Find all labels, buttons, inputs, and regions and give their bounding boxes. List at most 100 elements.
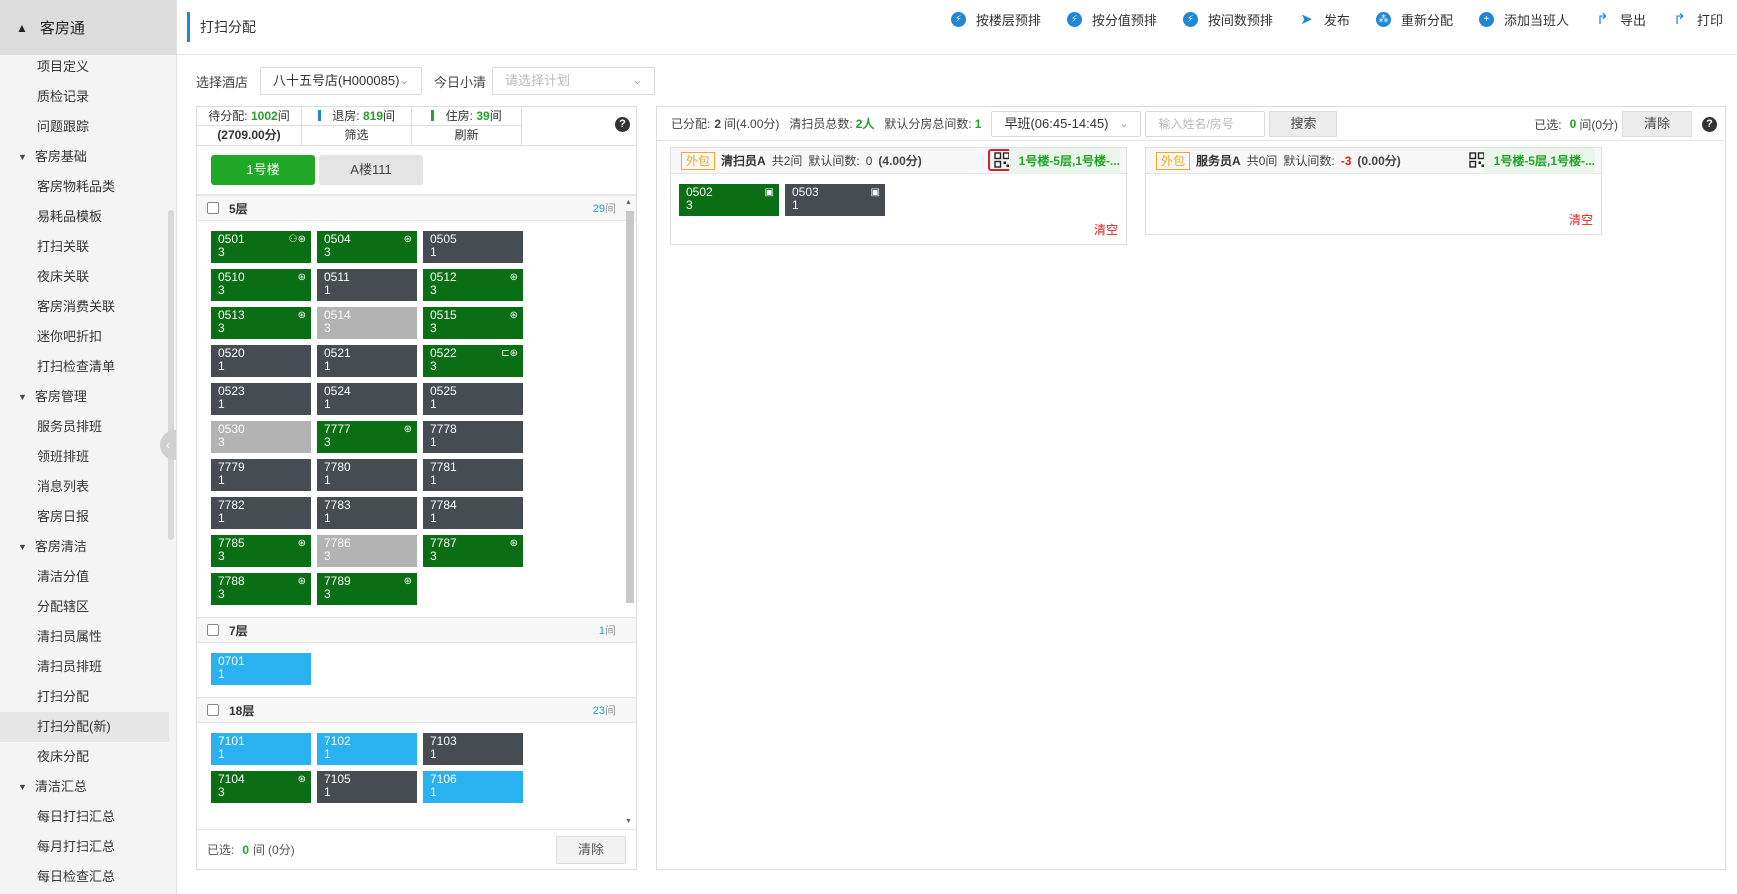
room-tile[interactable]: 7104 3 ⊛ xyxy=(211,771,311,803)
room-tile[interactable]: 7784 1 xyxy=(423,497,523,529)
room-tile[interactable]: 0514 3 xyxy=(317,307,417,339)
room-tile[interactable]: 7787 3 ⊛ xyxy=(423,535,523,567)
room-tile[interactable]: 7781 1 xyxy=(423,459,523,491)
room-tile[interactable]: 7779 1 xyxy=(211,459,311,491)
sidebar-item[interactable]: 清扫员属性 xyxy=(0,622,176,652)
room-tile[interactable]: 7103 1 xyxy=(423,733,523,765)
room-tile[interactable]: 7106 1 xyxy=(423,771,523,803)
sidebar-item[interactable]: 客房物耗品类 xyxy=(0,172,176,202)
room-tile[interactable]: 7101 1 xyxy=(211,733,311,765)
room-tile[interactable]: 0505 1 xyxy=(423,231,523,263)
room-number: 7781 xyxy=(430,460,457,474)
room-tile[interactable]: 0501 3 ⚇⊛ xyxy=(211,231,311,263)
room-tile[interactable]: 0511 1 xyxy=(317,269,417,301)
room-tile[interactable]: 0521 1 xyxy=(317,345,417,377)
building-tab[interactable]: 1号楼 xyxy=(211,155,315,185)
room-tile[interactable]: 0512 3 ⊛ xyxy=(423,269,523,301)
clear-cleaner-link[interactable]: 清空 xyxy=(1569,211,1593,228)
toolbar-button[interactable]: ⚡ 按分值预排 xyxy=(1066,10,1157,29)
help-icon[interactable]: ? xyxy=(1702,116,1717,132)
filter-button[interactable]: 筛选 xyxy=(302,126,412,145)
room-tile[interactable]: 7786 3 xyxy=(317,535,417,567)
sidebar-group[interactable]: ▼ 客房清洁 xyxy=(0,532,176,562)
sidebar-item[interactable]: 打扫分配(新) xyxy=(0,712,169,742)
room-value: 1 xyxy=(218,473,225,487)
refresh-button[interactable]: 刷新 xyxy=(412,126,522,145)
sidebar-item[interactable]: 打扫分配 xyxy=(0,682,176,712)
sidebar-item[interactable]: 分配辖区 xyxy=(0,592,176,622)
sidebar-group[interactable]: ▼ 客房管理 xyxy=(0,382,176,412)
shift-select[interactable]: 早班(06:45-14:45) ⌄ xyxy=(991,110,1142,137)
room-tile[interactable]: 0525 1 xyxy=(423,383,523,415)
room-tile[interactable]: 0701 1 xyxy=(211,653,311,685)
room-tile[interactable]: 0513 3 ⊛ xyxy=(211,307,311,339)
room-tile[interactable]: 7783 1 xyxy=(317,497,417,529)
search-button[interactable]: 搜索 xyxy=(1269,110,1338,137)
sidebar-item[interactable]: 迷你吧折扣 xyxy=(0,322,176,352)
clear-button[interactable]: 清除 xyxy=(1622,111,1692,137)
sidebar-item[interactable]: 领班排班 xyxy=(0,442,176,472)
sidebar-scrollbar[interactable] xyxy=(168,210,174,540)
scroll-down-icon[interactable]: ▼ xyxy=(625,818,632,825)
room-tile[interactable]: 7105 1 xyxy=(317,771,417,803)
room-tile[interactable]: 7785 3 ⊛ xyxy=(211,535,311,567)
room-tile[interactable]: 7778 1 xyxy=(423,421,523,453)
toolbar-button[interactable]: ⚡ 按楼层预排 xyxy=(950,10,1041,29)
sidebar-group[interactable]: ▼ 客房基础 xyxy=(0,142,176,172)
room-tile[interactable]: 0503 1 ▣ xyxy=(785,184,885,216)
toolbar-button[interactable]: + 添加当班人 xyxy=(1478,10,1569,29)
hotel-select[interactable]: 八十五号店(H000085) ⌄ xyxy=(260,67,423,95)
building-tab[interactable]: A楼111 xyxy=(319,155,423,185)
room-tile[interactable]: 7789 3 ⊛ xyxy=(317,573,417,605)
room-tile[interactable]: 7777 3 ⊛ xyxy=(317,421,417,453)
sidebar-item[interactable]: 清洁分值 xyxy=(0,562,176,592)
room-list-scrollbar[interactable]: ▲ ▼ xyxy=(623,199,635,825)
scroll-up-icon[interactable]: ▲ xyxy=(625,199,632,206)
clear-selection-button[interactable]: 清除 xyxy=(556,836,626,864)
room-tile[interactable]: 0504 3 ⊛ xyxy=(317,231,417,263)
help-icon[interactable]: ? xyxy=(615,117,630,132)
floor-checkbox[interactable] xyxy=(207,624,219,636)
scroll-thumb[interactable] xyxy=(626,211,634,603)
room-tile[interactable]: 7782 1 xyxy=(211,497,311,529)
room-tile[interactable]: 0502 3 ▣ xyxy=(679,184,779,216)
sidebar-item[interactable]: 问题跟踪 xyxy=(0,112,176,142)
sidebar-item[interactable]: 打扫检查清单 xyxy=(0,352,176,382)
room-tile[interactable]: 0522 3 ⊏⊛ xyxy=(423,345,523,377)
sidebar-item[interactable]: 质检记录 xyxy=(0,82,176,112)
floor-checkbox[interactable] xyxy=(207,202,219,214)
clear-cleaner-link[interactable]: 清空 xyxy=(1094,221,1118,238)
sidebar-item[interactable]: 每日检查汇总 xyxy=(0,862,176,892)
room-tile[interactable]: 0515 3 ⊛ xyxy=(423,307,523,339)
sidebar-item[interactable]: 服务员排班 xyxy=(0,412,176,442)
room-tile[interactable]: 7102 1 xyxy=(317,733,417,765)
name-room-search-input[interactable]: 输入姓名/房号 xyxy=(1145,110,1266,137)
sidebar-item[interactable]: 打扫关联 xyxy=(0,232,176,262)
sidebar-item[interactable]: 项目定义 xyxy=(0,52,176,82)
sidebar-item[interactable]: 清扫员排班 xyxy=(0,652,176,682)
toolbar-button[interactable]: ↱ 导出 xyxy=(1595,10,1646,29)
room-tile[interactable]: 0530 3 xyxy=(211,421,311,453)
sidebar-group[interactable]: ▼ 清洁汇总 xyxy=(0,772,176,802)
sidebar-header[interactable]: ▲ 客房通 xyxy=(0,0,176,55)
sidebar-item[interactable]: 每月打扫汇总 xyxy=(0,832,176,862)
toolbar-button[interactable]: ⚡ 按间数预排 xyxy=(1182,10,1273,29)
sidebar-item[interactable]: 夜床分配 xyxy=(0,742,176,772)
sidebar-item[interactable]: 易耗品模板 xyxy=(0,202,176,232)
sidebar-item[interactable]: 消息列表 xyxy=(0,472,176,502)
floor-checkbox[interactable] xyxy=(207,704,219,716)
sidebar-item[interactable]: 每日打扫汇总 xyxy=(0,802,176,832)
sidebar-item[interactable]: 夜床关联 xyxy=(0,262,176,292)
room-tile[interactable]: 0510 3 ⊛ xyxy=(211,269,311,301)
toolbar-button[interactable]: ➤ 发布 xyxy=(1299,10,1350,29)
room-tile[interactable]: 7788 3 ⊛ xyxy=(211,573,311,605)
room-tile[interactable]: 0520 1 xyxy=(211,345,311,377)
toolbar-button[interactable]: ↱ 打印 xyxy=(1672,10,1723,29)
sidebar-item[interactable]: 客房消费关联 xyxy=(0,292,176,322)
plan-select[interactable]: 请选择计划 ⌄ xyxy=(492,67,656,95)
room-tile[interactable]: 0524 1 xyxy=(317,383,417,415)
sidebar-item[interactable]: 客房日报 xyxy=(0,502,176,532)
toolbar-button[interactable]: ⁂ 重新分配 xyxy=(1375,10,1453,29)
room-tile[interactable]: 7780 1 xyxy=(317,459,417,491)
room-tile[interactable]: 0523 1 xyxy=(211,383,311,415)
